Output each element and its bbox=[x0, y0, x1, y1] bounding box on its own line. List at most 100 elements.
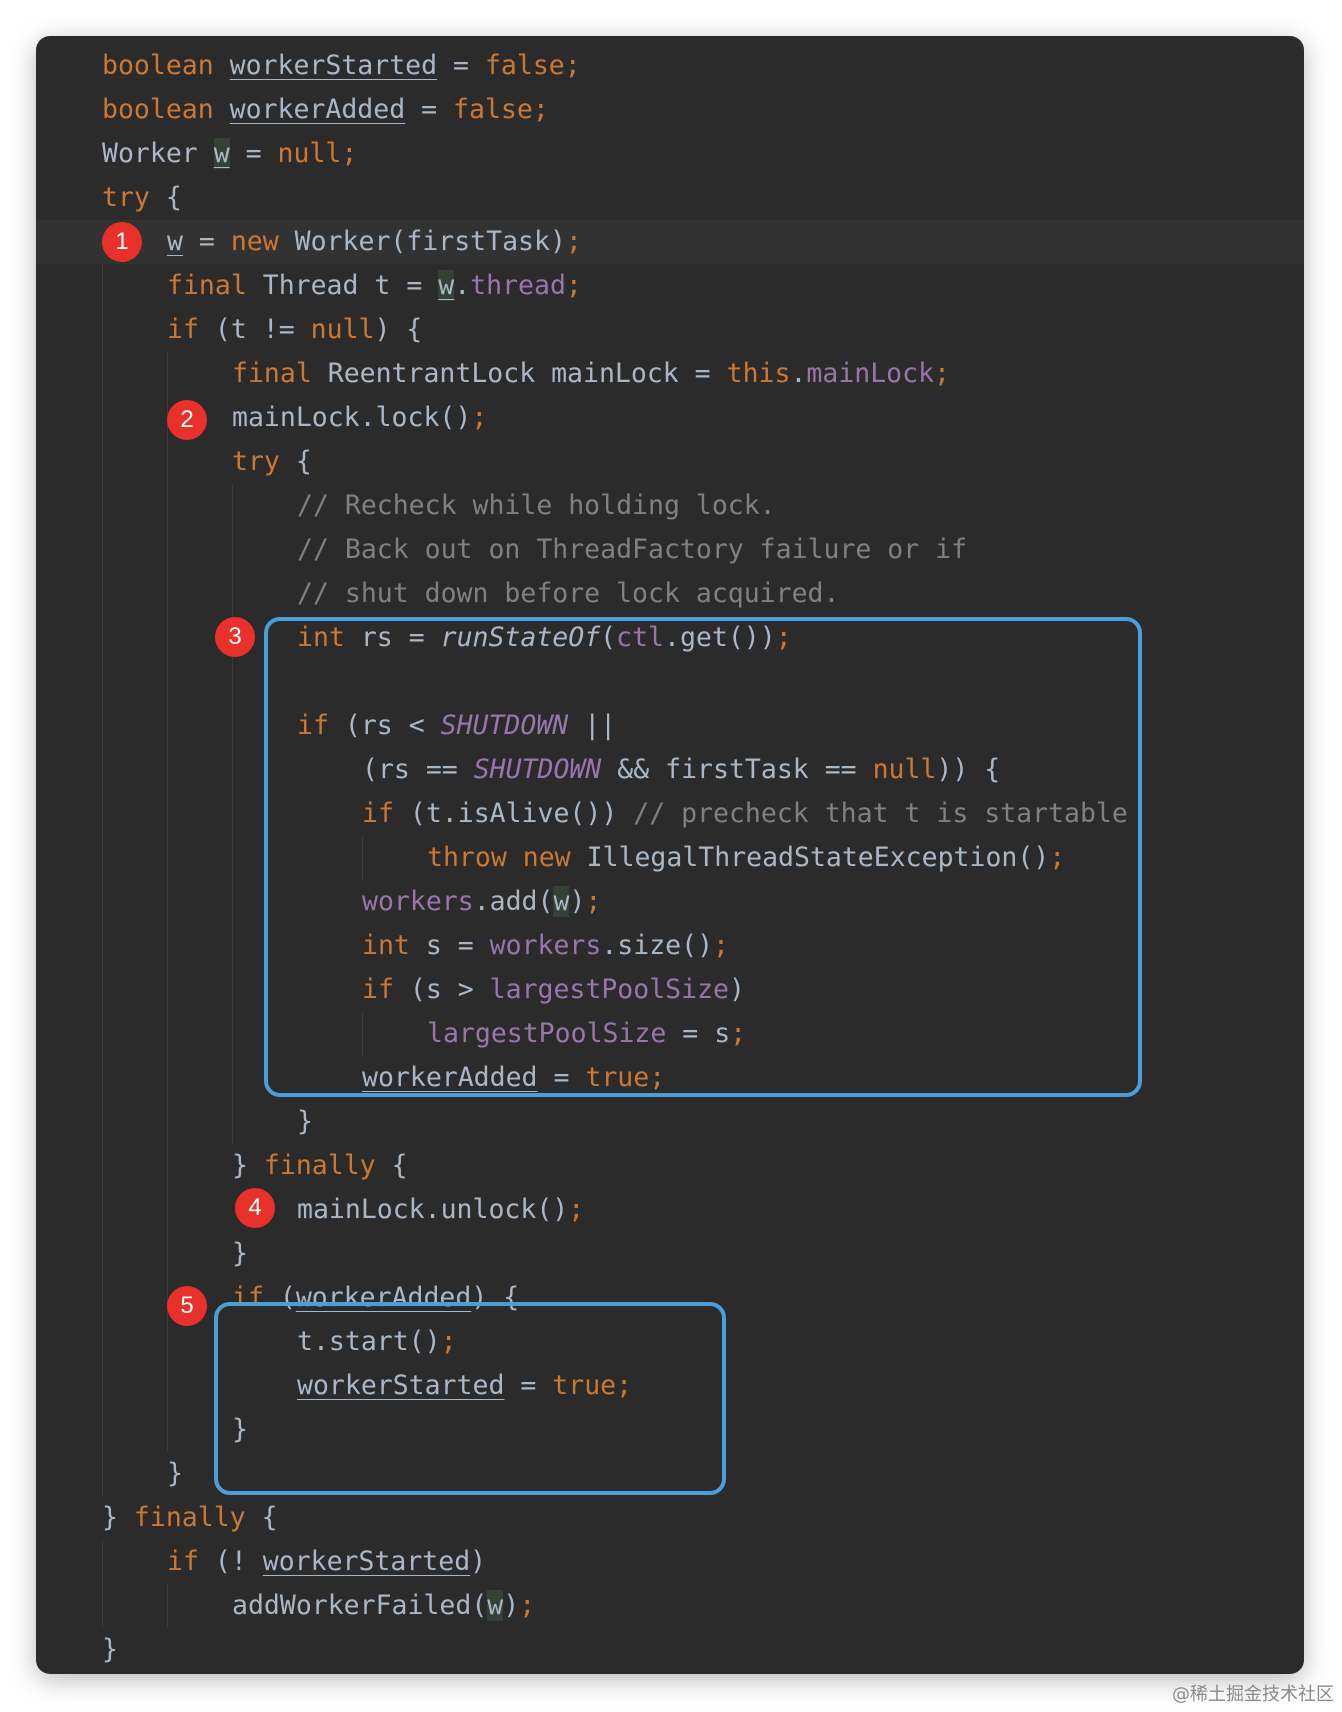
code-line-text: // Recheck while holding lock. bbox=[297, 484, 776, 528]
code-line[interactable]: boolean workerStarted = false; bbox=[36, 44, 1304, 88]
code-token: Worker(firstTask) bbox=[278, 226, 566, 257]
code-token: // Recheck while holding lock. bbox=[297, 490, 776, 521]
code-token: (t != bbox=[198, 314, 311, 345]
code-line[interactable]: if (t != null) { bbox=[36, 308, 1304, 352]
code-token: new bbox=[230, 226, 279, 257]
code-token: ; bbox=[532, 94, 549, 125]
code-token: workerStarted bbox=[262, 1546, 471, 1577]
code-line[interactable]: // Back out on ThreadFactory failure or … bbox=[36, 528, 1304, 572]
code-line[interactable]: try { bbox=[36, 176, 1304, 220]
code-token: final bbox=[167, 270, 247, 301]
code-token: ; bbox=[341, 138, 358, 169]
code-token: ; bbox=[471, 402, 488, 433]
code-token: } bbox=[102, 1502, 134, 1533]
code-token: // shut down before lock acquired. bbox=[297, 578, 840, 609]
code-line[interactable]: mainLock.lock(); bbox=[36, 396, 1304, 440]
code-token: false bbox=[484, 50, 565, 81]
code-line[interactable]: } finally { bbox=[36, 1144, 1304, 1188]
code-token: = bbox=[182, 226, 231, 257]
code-line[interactable]: boolean workerAdded = false; bbox=[36, 88, 1304, 132]
code-token: Thread t = bbox=[246, 270, 439, 301]
code-line[interactable]: Worker w = null; bbox=[36, 132, 1304, 176]
code-token: ; bbox=[565, 270, 582, 301]
code-line[interactable]: final Thread t = w.thread; bbox=[36, 264, 1304, 308]
code-line-text: if (! workerStarted) bbox=[167, 1540, 486, 1584]
code-line[interactable]: if (! workerStarted) bbox=[36, 1540, 1304, 1584]
code-line-text: addWorkerFailed(w); bbox=[232, 1584, 535, 1628]
code-token: } bbox=[102, 1634, 118, 1665]
code-token: try bbox=[232, 446, 280, 477]
code-token: { bbox=[245, 1502, 278, 1533]
code-token: boolean bbox=[102, 50, 214, 81]
code-line-text: boolean workerAdded = false; bbox=[102, 88, 549, 132]
code-token: ; bbox=[565, 226, 582, 257]
code-token: if bbox=[167, 1546, 199, 1577]
code-line-text: w = new Worker(firstTask); bbox=[167, 220, 582, 264]
code-token: addWorkerFailed( bbox=[232, 1590, 488, 1621]
step-marker-5: 5 bbox=[167, 1286, 207, 1326]
code-token: w bbox=[438, 270, 455, 301]
code-line[interactable]: } bbox=[36, 1628, 1304, 1672]
code-line-text: } bbox=[232, 1232, 248, 1276]
code-token: Worker bbox=[102, 138, 214, 169]
code-token: (! bbox=[198, 1546, 263, 1577]
code-token: } bbox=[167, 1458, 183, 1489]
code-line[interactable]: // shut down before lock acquired. bbox=[36, 572, 1304, 616]
code-line-text: } finally { bbox=[232, 1144, 408, 1188]
code-line-text: } bbox=[102, 1628, 118, 1672]
code-token: thread bbox=[470, 270, 566, 301]
code-line[interactable]: addWorkerFailed(w); bbox=[36, 1584, 1304, 1628]
code-token: = bbox=[229, 138, 278, 169]
code-token: = bbox=[437, 50, 485, 81]
code-token: workerAdded bbox=[229, 94, 406, 125]
code-token: finally bbox=[263, 1150, 376, 1181]
code-line-text: Worker w = null; bbox=[102, 132, 357, 176]
step-marker-4: 4 bbox=[235, 1188, 275, 1228]
code-token: // Back out on ThreadFactory failure or … bbox=[297, 534, 968, 565]
code-token: ) bbox=[503, 1590, 520, 1621]
code-token: null bbox=[310, 314, 375, 345]
code-token: null bbox=[277, 138, 342, 169]
highlight-box-worker-check bbox=[264, 617, 1142, 1097]
code-token: mainLock.unlock() bbox=[297, 1194, 569, 1225]
code-token: finally bbox=[133, 1502, 246, 1533]
code-token: w bbox=[213, 138, 230, 169]
code-line[interactable]: try { bbox=[36, 440, 1304, 484]
code-token: ; bbox=[519, 1590, 536, 1621]
code-line[interactable]: } bbox=[36, 1100, 1304, 1144]
code-token: ReentrantLock mainLock = bbox=[311, 358, 727, 389]
code-token: false bbox=[453, 94, 533, 125]
code-token: = bbox=[405, 94, 454, 125]
code-token: ; bbox=[934, 358, 951, 389]
code-line-text: } bbox=[297, 1100, 313, 1144]
code-token: } bbox=[232, 1150, 264, 1181]
code-line-text: // Back out on ThreadFactory failure or … bbox=[297, 528, 967, 572]
code-line-text: final ReentrantLock mainLock = this.main… bbox=[232, 352, 950, 396]
code-token: final bbox=[232, 358, 312, 389]
code-line[interactable]: } finally { bbox=[36, 1496, 1304, 1540]
code-line[interactable]: } bbox=[36, 1232, 1304, 1276]
code-token: ; bbox=[568, 1194, 585, 1225]
code-line-text: try { bbox=[232, 440, 312, 484]
code-token: if bbox=[167, 314, 199, 345]
step-marker-2: 2 bbox=[167, 400, 207, 440]
code-line-text: } finally { bbox=[102, 1496, 278, 1540]
code-token: { bbox=[375, 1150, 408, 1181]
code-line-text: } bbox=[167, 1452, 183, 1496]
code-line[interactable]: // Recheck while holding lock. bbox=[36, 484, 1304, 528]
code-token: . bbox=[790, 358, 807, 389]
code-token: mainLock bbox=[806, 358, 935, 389]
code-token: { bbox=[279, 446, 312, 477]
code-token: } bbox=[232, 1238, 248, 1269]
code-token: try bbox=[102, 182, 150, 213]
code-token: ; bbox=[564, 50, 581, 81]
code-line[interactable]: mainLock.unlock(); bbox=[36, 1188, 1304, 1232]
code-line-current[interactable]: w = new Worker(firstTask); bbox=[36, 220, 1304, 264]
code-token: } bbox=[297, 1106, 313, 1137]
code-token: workerStarted bbox=[229, 50, 438, 81]
code-line[interactable]: final ReentrantLock mainLock = this.main… bbox=[36, 352, 1304, 396]
code-line-text: try { bbox=[102, 176, 182, 220]
code-token: w bbox=[487, 1590, 504, 1621]
